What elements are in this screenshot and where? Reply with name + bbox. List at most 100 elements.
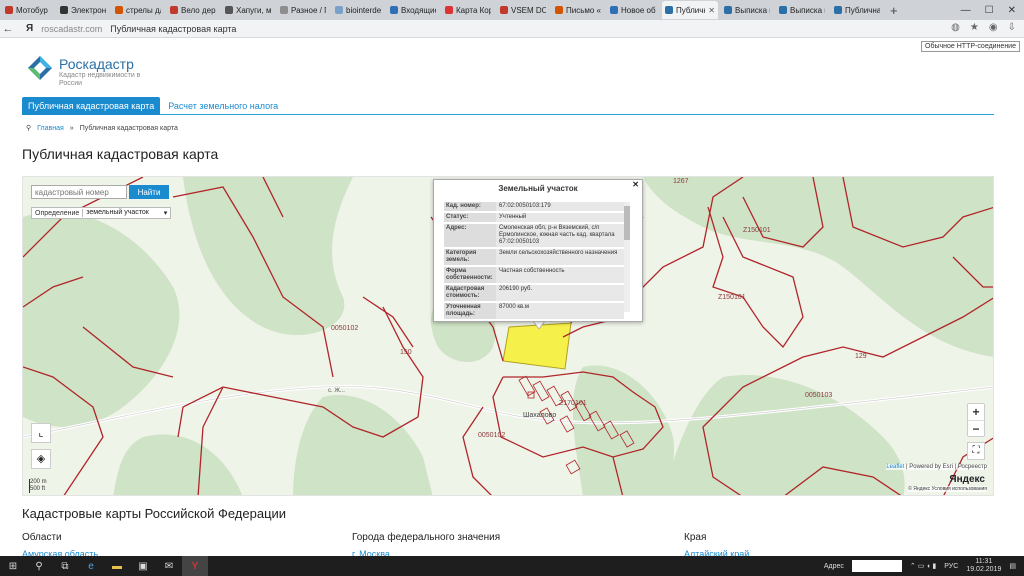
- tab-favicon-icon: [390, 6, 398, 14]
- clock[interactable]: 11:31 19.02.2019: [966, 558, 1001, 574]
- popup-close-icon[interactable]: ✕: [632, 180, 639, 189]
- folder-icon[interactable]: ▬: [104, 556, 130, 576]
- tab-label: Карта Кор: [456, 5, 491, 15]
- yandex-terms[interactable]: © Яндекс Условия использования: [908, 486, 987, 492]
- site-logo[interactable]: Роскадастр Кадастр недвижимости в России: [28, 56, 149, 88]
- star-icon[interactable]: ★: [970, 22, 979, 33]
- measure-tool-icon[interactable]: ⌞: [31, 423, 51, 443]
- download-icon[interactable]: ⇩: [1008, 22, 1016, 33]
- leaflet-link[interactable]: Leaflet: [886, 464, 904, 470]
- tray-icons[interactable]: ⌃ ▭ ◖ ▮: [910, 562, 936, 570]
- window-controls: — ☐ ✕: [961, 0, 1024, 20]
- browser-tab[interactable]: Мотобур: [2, 1, 54, 19]
- browser-tab[interactable]: biointerde: [332, 1, 384, 19]
- address-bar: ← Я roscadastr.com Публичная кадастровая…: [0, 20, 1024, 38]
- language-indicator[interactable]: РУС: [944, 563, 958, 570]
- tab-label: Мотобур: [16, 5, 48, 15]
- popup-row-value: 87000 кв.м: [499, 304, 529, 310]
- browser-tab[interactable]: Выписка и: [776, 1, 828, 19]
- browser-tab[interactable]: Электрон: [57, 1, 109, 19]
- popup-row-value: Учтенный: [499, 214, 527, 220]
- nav-public-map[interactable]: Публичная кадастровая карта: [22, 96, 161, 115]
- address-toolbar-label: Адрес: [823, 562, 844, 570]
- attribution-text: | Powered by Esri | Росреестр: [906, 464, 987, 470]
- browser-tab[interactable]: Входящие: [387, 1, 439, 19]
- browser-tab[interactable]: Публичная: [831, 1, 883, 19]
- popup-scrollbar[interactable]: [624, 202, 630, 312]
- tab-label: VSEM DOV: [511, 5, 546, 15]
- yandex-browser-icon[interactable]: Y: [182, 556, 208, 576]
- definition-select[interactable]: земельный участок ▾: [82, 209, 170, 217]
- popup-title: Земельный участок: [498, 184, 578, 193]
- browser-tab[interactable]: VSEM DOV: [497, 1, 549, 19]
- browser-tab[interactable]: Письмо «: [552, 1, 604, 19]
- new-tab-button[interactable]: +: [890, 3, 898, 18]
- label-0050102-b: 0050102: [478, 432, 505, 439]
- close-icon[interactable]: ✕: [1008, 5, 1016, 16]
- label-road: с. Ж...: [328, 388, 345, 394]
- label-0050103: 0050103: [805, 392, 832, 399]
- tab-favicon-icon: [610, 6, 618, 14]
- layers-icon[interactable]: ◈: [31, 449, 51, 469]
- tab-label: Вело дер: [181, 5, 216, 15]
- url-text[interactable]: roscadastr.com: [41, 24, 102, 34]
- back-arrow-icon[interactable]: ←: [0, 23, 16, 35]
- tab-favicon-icon: [500, 6, 508, 14]
- find-button[interactable]: Найти: [129, 185, 169, 199]
- zoom-out-button[interactable]: −: [968, 420, 984, 436]
- store-icon[interactable]: ▣: [130, 556, 156, 576]
- tab-favicon-icon: [445, 6, 453, 14]
- column-federal-cities: Города федерального значения г. Москва: [352, 532, 500, 559]
- label-150: 150: [400, 349, 412, 356]
- notifications-icon[interactable]: ▤: [1009, 562, 1016, 570]
- browser-tab[interactable]: Вело дер: [167, 1, 219, 19]
- minimize-icon[interactable]: —: [961, 5, 971, 16]
- tab-favicon-icon: [115, 6, 123, 14]
- windows-start-icon[interactable]: ⊞: [0, 556, 26, 576]
- edge-icon[interactable]: e: [78, 556, 104, 576]
- protection-icon[interactable]: ◍: [951, 22, 960, 33]
- fullscreen-icon[interactable]: ⛶: [967, 442, 985, 460]
- section-heading: Кадастровые карты Российской Федерации: [22, 506, 287, 521]
- mail-icon[interactable]: ✉: [156, 556, 182, 576]
- page-title-in-address[interactable]: Публичная кадастровая карта: [110, 24, 236, 34]
- browser-tab[interactable]: стрелы дл: [112, 1, 164, 19]
- search-icon[interactable]: ⚲: [26, 556, 52, 576]
- column-title-krais: Края: [684, 532, 707, 543]
- browser-tab[interactable]: Выписка и: [721, 1, 773, 19]
- label-z150101-a: Z150101: [743, 227, 771, 234]
- column-title-oblasts: Области: [22, 532, 62, 543]
- breadcrumb-home[interactable]: Главная: [37, 125, 64, 132]
- tab-label: Выписка и: [790, 5, 825, 15]
- breadcrumb-separator: »: [69, 124, 74, 132]
- task-view-icon[interactable]: ⧉: [52, 556, 78, 576]
- popup-row: Адрес: Смоленская обл, р-н Вяземский, с/п…: [444, 224, 624, 248]
- definition-value: земельный участок: [86, 209, 149, 216]
- tab-label: Электрон: [71, 5, 106, 15]
- selected-parcel[interactable]: [502, 322, 572, 370]
- popup-row: Форма собственности: Частная собственност…: [444, 267, 624, 284]
- extension-icon[interactable]: ◉: [989, 22, 998, 33]
- browser-tab[interactable]: Разное / Г: [277, 1, 329, 19]
- tab-favicon-icon: [779, 6, 787, 14]
- browser-tab[interactable]: Карта Кор: [442, 1, 494, 19]
- nav-land-tax[interactable]: Расчет земельного налога: [168, 101, 278, 111]
- maximize-icon[interactable]: ☐: [985, 5, 994, 16]
- zoom-in-button[interactable]: +: [968, 404, 984, 420]
- browser-tab[interactable]: Хапуги, м: [222, 1, 274, 19]
- popup-row: Статус: Учтенный: [444, 213, 624, 223]
- label-1267: 1267: [673, 178, 689, 185]
- tab-close-icon[interactable]: ✕: [708, 6, 715, 15]
- connection-tooltip: Обычное HTTP-соединение: [921, 41, 1020, 52]
- popup-row-value: Смоленская обл, р-н Вяземский, с/п Ермол…: [499, 225, 615, 245]
- browser-tab[interactable]: Новое об: [607, 1, 659, 19]
- address-toolbar-input[interactable]: [851, 560, 902, 572]
- cadastral-map[interactable]: Z150101 Z150101 0050102 Z170101 0050102 …: [22, 176, 994, 496]
- popup-row-value: 67:02:0050103:179: [499, 203, 551, 209]
- map-attribution: Leaflet | Powered by Esri | Росреестр: [886, 464, 987, 470]
- tab-favicon-icon: [60, 6, 68, 14]
- yandex-icon[interactable]: Я: [26, 23, 33, 34]
- browser-tab-bar: Мотобур Электрон стрелы дл Вело дер Хапуги, …: [0, 0, 1024, 20]
- cadastral-number-input[interactable]: [31, 185, 127, 199]
- browser-tab[interactable]: Публичн ✕: [662, 1, 718, 19]
